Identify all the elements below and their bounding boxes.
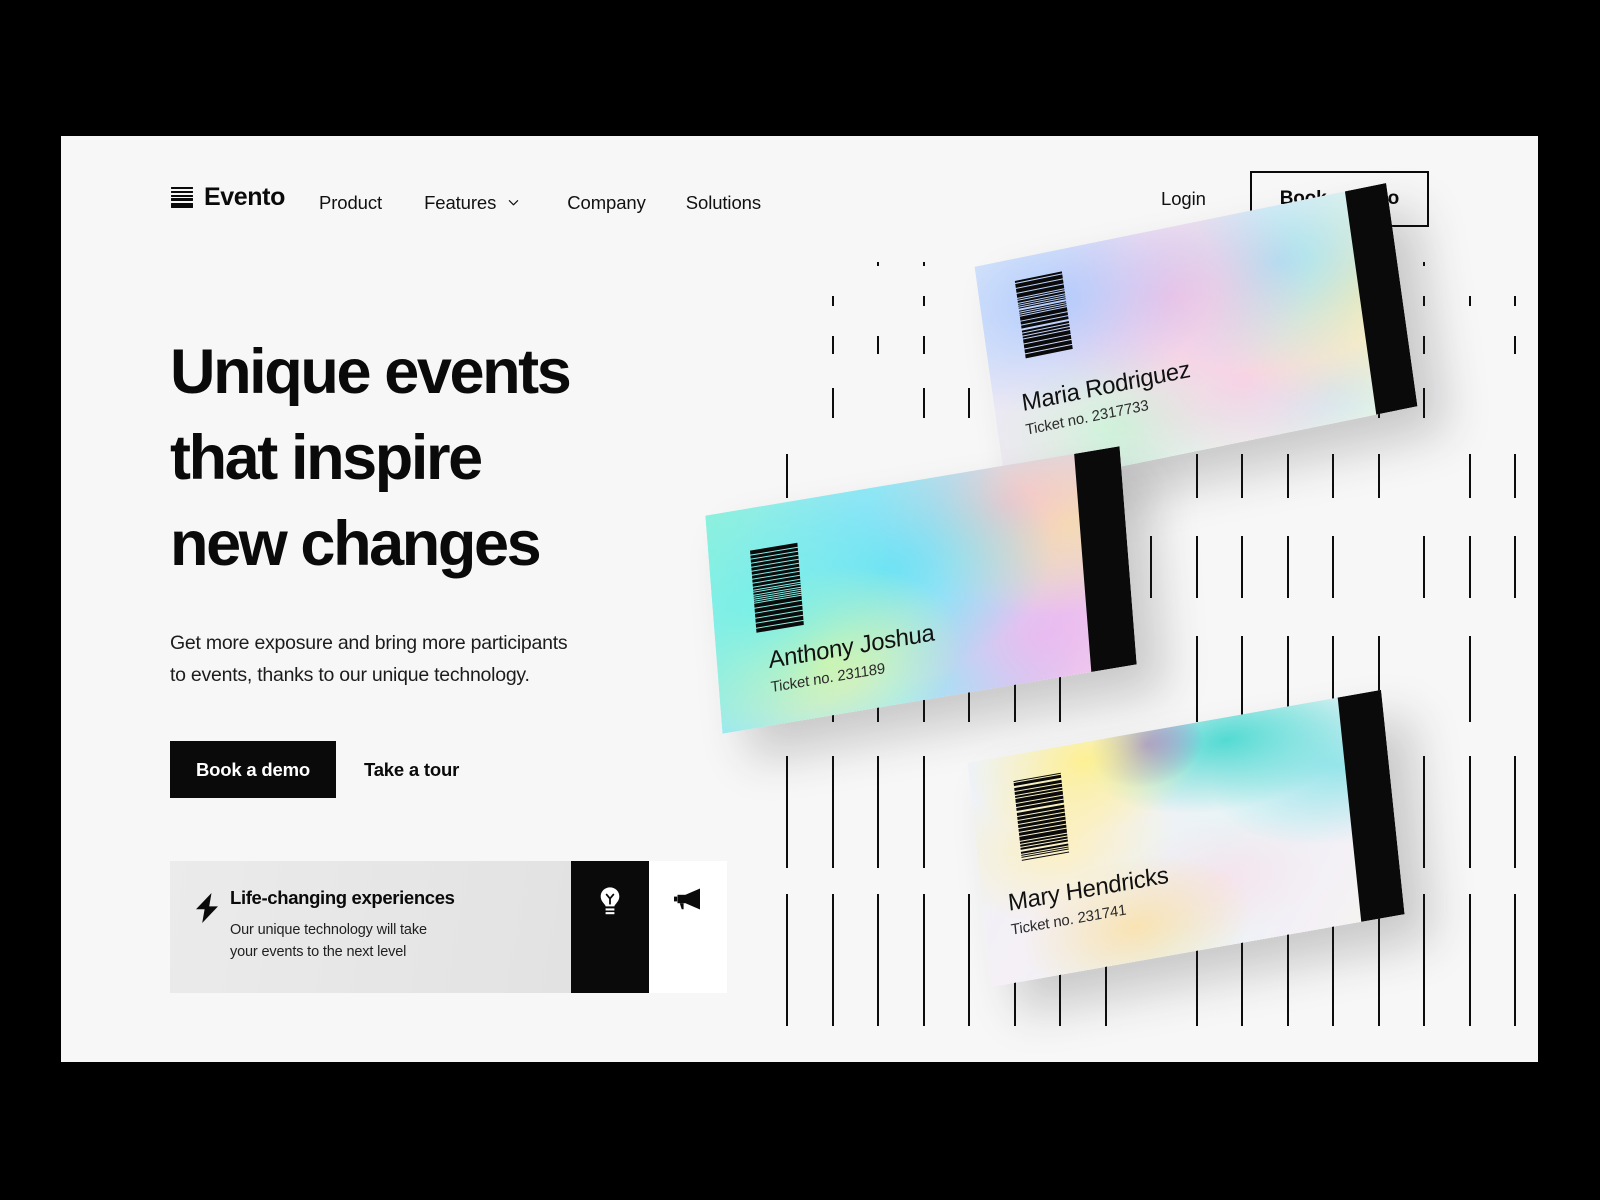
brand-logo[interactable]: Evento [171,183,285,212]
dash-mark [968,894,971,1026]
dash-mark [1423,336,1426,354]
dash-mark [1241,536,1244,598]
barcode-icon [750,542,804,633]
feature-tile-lightbulb[interactable] [571,861,649,993]
nav-item-features[interactable]: Features [424,188,519,218]
dash-mark [1468,536,1471,598]
feature-card-texts: Life-changing experiences Our unique tec… [230,887,571,963]
dash-mark [1241,636,1244,722]
nav-item-company[interactable]: Company [567,188,646,218]
dash-mark [968,388,971,418]
dash-mark [1377,454,1380,498]
dash-mark [786,894,789,1026]
dash-mark [1514,296,1517,306]
nav-label: Features [424,192,497,213]
login-link[interactable]: Login [1161,188,1206,210]
landing-page: Maria Rodriguez Ticket no. 2317733 Antho… [61,136,1538,1062]
dash-mark [1423,894,1426,1026]
dash-mark [1468,894,1471,1026]
ticket-card: Mary Hendricks Ticket no. 231741 [967,689,1405,988]
dash-mark [831,756,834,868]
dash-mark [1514,336,1517,354]
dash-mark [1468,756,1471,868]
dash-mark [877,894,880,1026]
nav-label: Solutions [685,192,761,213]
main-navigation: Product Features Company Solutions [319,188,761,218]
stacked-bars-icon [171,187,193,208]
dash-mark [1514,894,1517,1026]
dash-mark [1423,388,1426,418]
lightbulb-icon [597,886,623,921]
dash-mark [831,894,834,1026]
dash-mark [1286,536,1289,598]
megaphone-icon [673,886,703,917]
nav-item-product[interactable]: Product [319,188,382,218]
take-a-tour-link[interactable]: Take a tour [364,759,459,781]
dash-mark [1332,454,1335,498]
feature-tile-megaphone[interactable] [649,861,727,993]
dash-mark [1241,454,1244,498]
book-demo-button-hero[interactable]: Book a demo [170,741,336,798]
dash-mark [1423,756,1426,868]
brand-name: Evento [204,183,285,211]
nav-label: Company [567,192,646,213]
dash-mark [1195,536,1198,598]
dash-mark [922,894,925,1026]
dash-mark [831,388,834,418]
dash-mark [1195,636,1198,722]
feature-card-description: Our unique technology will take your eve… [230,922,427,960]
dash-mark [922,756,925,868]
hero-cta-row: Book a demo Take a tour [170,741,810,798]
nav-label: Product [319,192,383,213]
dash-mark [1468,296,1471,306]
feature-highlight-card[interactable]: Life-changing experiences Our unique tec… [170,861,727,993]
barcode-icon [1013,772,1070,861]
feature-card-title: Life-changing experiences [230,887,455,908]
dash-mark [1514,454,1517,498]
dash-mark [922,296,925,306]
nav-item-solutions[interactable]: Solutions [686,188,761,218]
dash-mark [831,296,834,306]
dash-mark [922,336,925,354]
dash-mark [877,756,880,868]
feature-card-body: Life-changing experiences Our unique tec… [170,861,571,993]
dash-mark [1514,756,1517,868]
dash-mark [877,336,880,354]
dash-mark [1514,536,1517,598]
dash-mark [1468,636,1471,722]
dash-mark [1150,536,1153,598]
dash-mark [1286,454,1289,498]
dash-mark [922,388,925,418]
dash-mark [1468,454,1471,498]
dash-mark [1423,296,1426,306]
dash-mark [1423,536,1426,598]
dash-mark [831,336,834,354]
dash-mark [1332,536,1335,598]
lightning-bolt-icon [194,893,220,923]
dash-mark [1195,454,1198,498]
chevron-down-icon [508,197,519,208]
